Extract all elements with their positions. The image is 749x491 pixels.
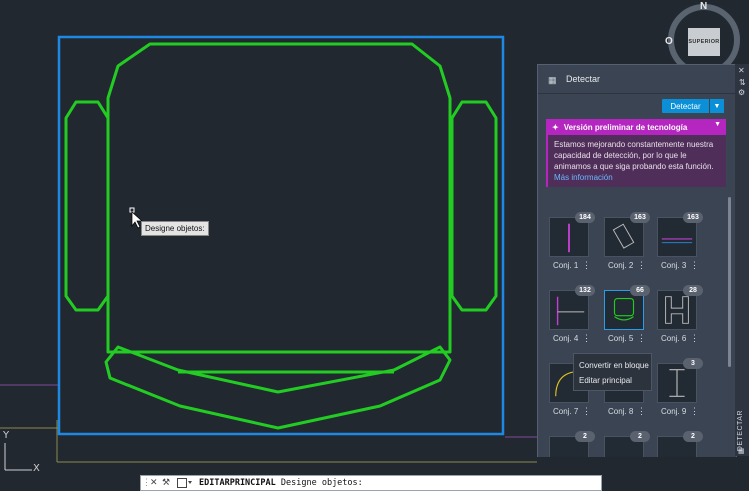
chair-left-arm (64, 100, 110, 312)
panel-header: ▦ Detectar (538, 65, 736, 93)
set-label: Conj. 1 (553, 261, 579, 270)
set-thumbnail[interactable] (549, 217, 589, 257)
chair-geometry[interactable] (64, 42, 498, 430)
chair-front-rail (104, 345, 452, 430)
gear-icon[interactable]: ⚙ (738, 88, 745, 97)
set-label: Conj. 6 (661, 334, 687, 343)
detect-tab-icon: ▦ (738, 448, 745, 455)
more-options-icon[interactable]: ⋮ (690, 333, 699, 344)
ucs-x-label: X (33, 463, 40, 474)
preview-banner[interactable]: ✦ Versión preliminar de tecnología ▼ (546, 119, 726, 135)
viewcube-north[interactable]: N (700, 1, 707, 12)
preview-message: Estamos mejorando constantemente nuestra… (546, 135, 726, 187)
set-count-badge: 66 (630, 285, 650, 296)
command-text: EDITARPRINCIPAL Designe objetos: (199, 478, 363, 488)
close-icon[interactable]: ✕ (738, 66, 745, 75)
set-thumbnail[interactable] (549, 290, 589, 330)
set-count-badge: 2 (630, 431, 650, 442)
set-label: Conj. 2 (608, 261, 634, 270)
set-count-badge: 163 (630, 212, 650, 223)
detect-dropdown-button[interactable]: ▼ (710, 99, 724, 113)
selection-box (57, 35, 505, 436)
set-count-badge: 2 (683, 431, 703, 442)
set-preview (661, 238, 693, 244)
set-thumbnail[interactable] (657, 363, 697, 403)
auto-hide-icon[interactable]: ⇅ (739, 78, 746, 87)
panel-title: Detectar (566, 74, 601, 84)
chevron-down-icon[interactable]: ▼ (714, 121, 721, 128)
set-label: Conj. 4 (553, 334, 579, 343)
command-name: EDITARPRINCIPAL (199, 478, 276, 488)
menu-item-edit-parent[interactable]: Editar principal (579, 376, 632, 385)
command-prompt: Designe objetos: (280, 478, 363, 488)
preview-text: Estamos mejorando constantemente nuestra… (554, 140, 714, 171)
cursor-tooltip: Designe objetos: (141, 221, 209, 236)
more-options-icon[interactable]: ⋮ (582, 406, 591, 417)
more-options-icon[interactable]: ⋮ (582, 333, 591, 344)
more-options-icon[interactable]: ⋮ (637, 260, 646, 271)
set-label: Conj. 8 (608, 407, 634, 416)
more-options-icon[interactable]: ⋮ (637, 406, 646, 417)
more-options-icon[interactable]: ⋮ (690, 260, 699, 271)
set-count-badge: 132 (575, 285, 595, 296)
set-thumbnail[interactable] (657, 217, 697, 257)
more-info-link[interactable]: Más información (554, 173, 613, 182)
set-thumbnail[interactable] (604, 217, 644, 257)
set-count-badge: 28 (683, 285, 703, 296)
more-options-icon[interactable]: ⋮ (690, 406, 699, 417)
set-preview (568, 223, 570, 253)
chair-seat (106, 42, 452, 354)
detect-panel: ▦ Detectar Detectar ▼ ✦ Versión prelimin… (537, 64, 737, 457)
set-count-badge: 184 (575, 212, 595, 223)
viewcube-west[interactable]: O (665, 36, 673, 47)
scrollbar-thumb[interactable] (728, 197, 731, 367)
viewcube-top-face[interactable]: SUPERIOR (688, 28, 720, 56)
more-options-icon[interactable]: ⋮ (582, 260, 591, 271)
drag-handle-icon[interactable]: ⋮ (142, 477, 151, 489)
ucs-y-label: Y (3, 430, 10, 441)
set-thumbnail[interactable] (657, 290, 697, 330)
more-options-icon[interactable]: ⋮ (637, 333, 646, 344)
detect-icon: ▦ (548, 75, 557, 85)
set-preview (613, 298, 635, 321)
menu-item-convert-to-block[interactable]: Convertir en bloque (579, 361, 649, 370)
set-preview (669, 369, 685, 397)
context-menu: Convertir en bloque Editar principal (573, 353, 652, 391)
set-preview (665, 296, 689, 324)
detect-button[interactable]: Detectar (662, 99, 709, 113)
set-label: Conj. 7 (553, 407, 579, 416)
divider (538, 93, 736, 94)
detect-side-tab[interactable]: DETECTAR (737, 410, 744, 451)
wrench-icon[interactable]: ⚒ (162, 477, 170, 488)
set-count-badge: 163 (683, 212, 703, 223)
set-label: Conj. 3 (661, 261, 687, 270)
rocket-icon: ✦ (552, 122, 559, 132)
set-label: Conj. 5 (608, 334, 634, 343)
chevron-down-icon: ▼ (713, 102, 721, 110)
chair-right-arm (450, 100, 498, 312)
set-label: Conj. 9 (661, 407, 687, 416)
close-icon[interactable]: ✕ (150, 477, 158, 488)
palette-side-strip (735, 64, 749, 456)
preview-title: Versión preliminar de tecnología (563, 122, 688, 132)
command-prompt-icon[interactable] (177, 478, 193, 488)
set-count-badge: 3 (683, 358, 703, 369)
set-preview (556, 296, 585, 326)
set-preview (612, 223, 635, 249)
set-count-badge: 2 (575, 431, 595, 442)
set-thumbnail[interactable] (604, 290, 644, 330)
